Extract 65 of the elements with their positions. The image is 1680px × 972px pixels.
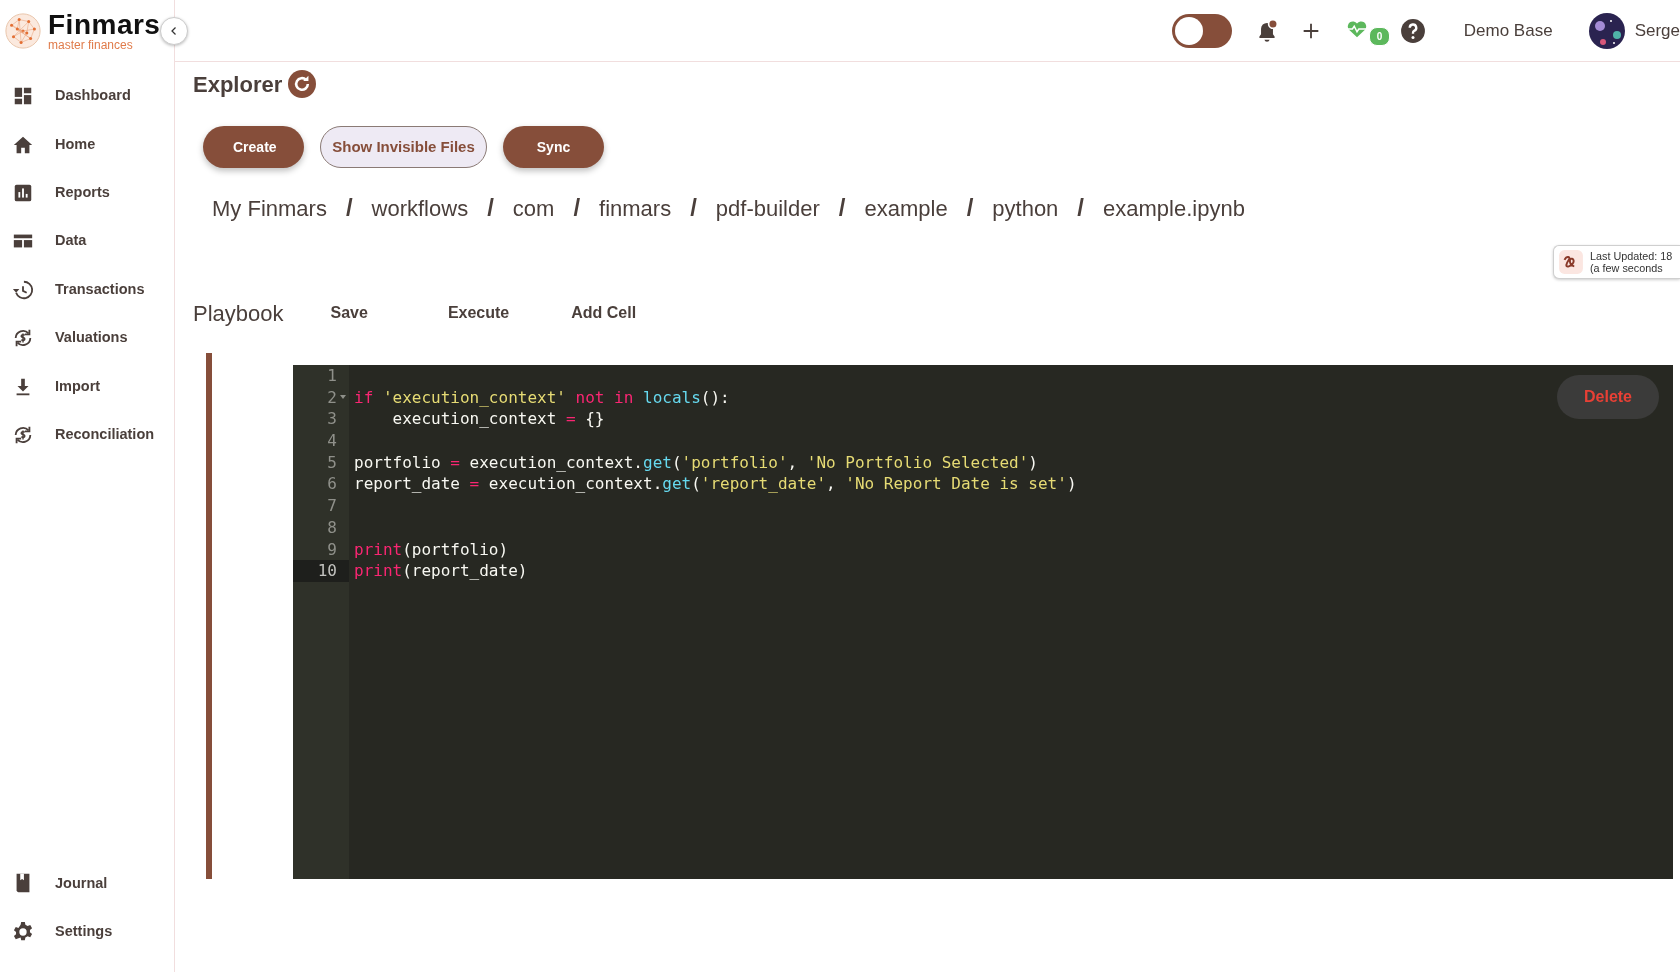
refresh-icon[interactable]: [288, 70, 317, 98]
breadcrumb-link[interactable]: example: [864, 191, 948, 225]
count-badge: 0: [1368, 26, 1391, 46]
line-number: 2: [293, 386, 349, 409]
signature-icon: [1558, 249, 1584, 275]
line-number: 9: [326, 538, 338, 561]
line-number: 1: [326, 365, 338, 387]
sidebar-item[interactable]: Import: [0, 362, 174, 411]
toolbar-button[interactable]: Show Invisible Files: [320, 126, 487, 168]
toggle-switch[interactable]: [1171, 13, 1232, 48]
breadcrumb-link[interactable]: finmars: [599, 191, 672, 225]
sidebar-item[interactable]: Valuations: [0, 313, 174, 363]
section-title: Playbook: [193, 299, 284, 328]
sidebar-item[interactable]: Transactions: [0, 265, 174, 314]
breadcrumb-link[interactable]: workflows: [371, 191, 469, 225]
user-name[interactable]: Serge: [1634, 17, 1680, 44]
sidebar-item[interactable]: Data: [0, 217, 174, 266]
logo-tagline: master finances: [48, 39, 134, 51]
breadcrumb-separator: /: [966, 193, 974, 223]
breadcrumb-separator: /: [487, 193, 494, 223]
settings-icon: [12, 920, 34, 943]
history-icon: [12, 278, 34, 301]
breadcrumb-separator: /: [1077, 193, 1085, 223]
action-button[interactable]: Execute: [447, 301, 510, 325]
code-line: print(portfolio): [354, 539, 509, 559]
base-name[interactable]: Demo Base: [1463, 17, 1553, 44]
logo-text: Finmars: [48, 11, 161, 39]
help-icon[interactable]: [1399, 17, 1426, 44]
code-line: execution_context = {}: [391, 409, 605, 429]
last-updated-text: Last Updated: 18: [1590, 249, 1673, 262]
last-updated-relative-text: (a few seconds: [1590, 262, 1664, 275]
page-title: Explorer: [193, 70, 283, 99]
code-line: portfolio = execution_context.get('portfolio', 'No Portfolio Selected'): [354, 452, 1038, 472]
toolbar-button[interactable]: Sync: [503, 126, 604, 168]
line-number: 4: [326, 430, 338, 452]
sidebar-item[interactable]: Reports: [0, 168, 174, 218]
breadcrumb-separator: /: [345, 193, 353, 223]
line-number: 5: [326, 451, 338, 474]
avatar: [1588, 12, 1625, 49]
sidebar-item[interactable]: Dashboard: [0, 72, 174, 121]
breadcrumb-separator: /: [690, 193, 697, 223]
line-number: 7: [326, 495, 338, 517]
sidebar-item[interactable]: Journal: [0, 859, 174, 908]
code-line: if 'execution_context' not in locals():: [354, 387, 730, 407]
breadcrumb-separator: /: [838, 193, 846, 223]
breadcrumb-link[interactable]: python: [992, 191, 1059, 225]
breadcrumb-separator: /: [573, 193, 581, 223]
action-button[interactable]: Add Cell: [571, 301, 637, 325]
globe-logo-icon: [4, 12, 42, 50]
action-button[interactable]: Save: [330, 301, 368, 325]
fold-icon[interactable]: [340, 394, 346, 399]
line-number: 3: [326, 408, 338, 431]
code-line: print(report_date): [354, 561, 528, 581]
breadcrumb-link[interactable]: pdf-builder: [715, 191, 820, 225]
sidebar-item[interactable]: Reconciliation: [0, 410, 174, 460]
line-number: 10: [293, 560, 349, 582]
code-line: report_date = execution_context.get('report_date', 'No Report Date is set'): [354, 474, 1077, 494]
breadcrumb-link[interactable]: example.ipynb: [1103, 191, 1245, 225]
toolbar-button[interactable]: Create: [203, 126, 304, 168]
line-number: 8: [326, 516, 338, 539]
breadcrumb-link[interactable]: My Finmars: [212, 191, 327, 225]
sidebar-item[interactable]: Settings: [0, 907, 174, 956]
breadcrumb-link[interactable]: com: [512, 191, 555, 225]
line-number: 6: [326, 473, 338, 496]
sidebar-item[interactable]: Home: [0, 120, 174, 169]
